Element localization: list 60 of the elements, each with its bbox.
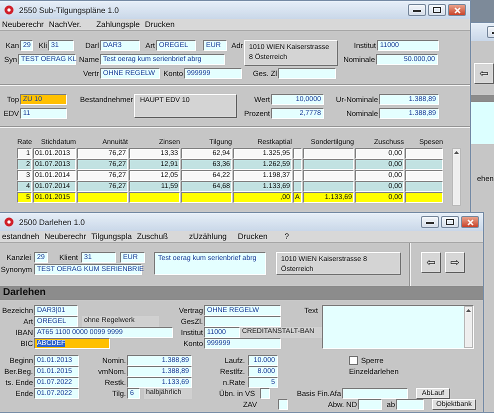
minimize-icon [413,8,421,12]
text-field[interactable] [278,399,288,410]
close-icon [454,6,460,14]
table-cell [405,159,443,170]
table-cell [293,181,302,192]
table-cell [303,181,354,192]
minimize-button[interactable] [408,4,426,16]
maximize-button[interactable] [441,216,459,228]
section-title: Darlehen [3,287,46,299]
app-icon [4,5,14,15]
table-cell [405,148,443,159]
text-field[interactable] [342,388,408,399]
checkbox[interactable] [349,356,358,365]
maximize-button[interactable] [428,4,446,16]
table-cell [293,148,302,159]
text-field[interactable] [396,399,424,410]
window-title: 2550 Sub-Tilgungspläne 1.0 [19,6,119,14]
menu-item[interactable]: Neuberechr [44,232,86,241]
menu-item[interactable]: zUzählung [188,232,227,241]
app-icon [4,217,14,227]
menu-item[interactable]: Neuberechr [2,20,44,29]
back-button[interactable]: ⇦ [421,252,441,273]
close-button[interactable] [461,216,479,228]
text-field[interactable] [260,388,270,399]
text-field[interactable] [204,316,281,327]
table-cell [303,159,354,170]
forward-button[interactable]: ⇨ [445,252,465,273]
table-cell [405,181,443,192]
table-cell [129,192,180,203]
text-field[interactable] [358,399,382,410]
scrollbar[interactable] [464,306,473,348]
text-field[interactable] [278,68,336,79]
close-icon [466,218,474,226]
menu-item[interactable]: NachVer. [48,20,82,29]
table-cell [181,192,232,203]
menu-item[interactable]: Drucken [144,20,175,29]
table-cell [303,170,354,181]
scrollbar[interactable] [452,148,461,206]
menu-item[interactable]: Drucken [238,232,268,241]
table-cell [77,192,128,203]
menu-item[interactable]: estandneh [2,232,40,241]
menu-item[interactable]: ? [284,232,289,241]
scroll-up-icon[interactable] [453,149,460,156]
table-cell [293,159,302,170]
window-title: 2500 Darlehen 1.0 [19,218,85,226]
close-button[interactable] [448,4,466,16]
table-cell [293,170,302,181]
table-cell [405,192,443,203]
maximize-icon [433,7,441,13]
minimize-icon [426,220,434,224]
back-button[interactable]: ⇦ [474,63,494,84]
maximize-icon [446,219,454,225]
text-area[interactable] [322,305,474,349]
scroll-up-icon[interactable] [465,307,472,314]
menu-item[interactable]: Zuschuß [136,232,168,241]
minimize-button[interactable] [421,216,439,228]
menu-item[interactable]: Zahlungsple [96,20,140,29]
table-cell [405,170,443,181]
menu-item[interactable]: Tilgungspla [91,232,132,241]
table-cell [303,148,354,159]
